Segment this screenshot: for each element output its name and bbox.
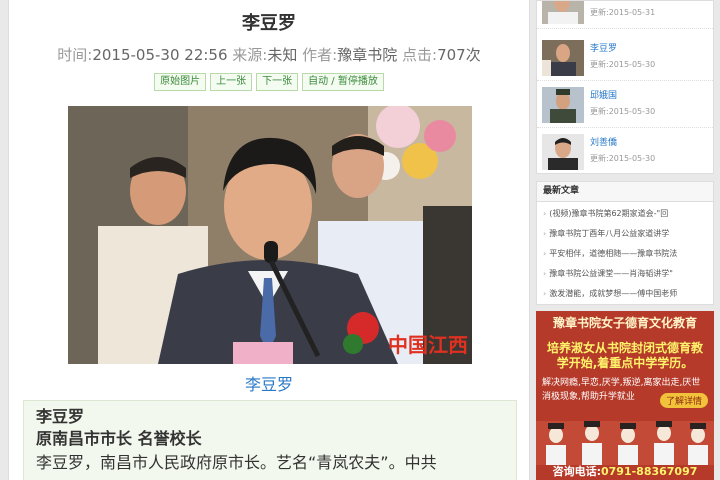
- article-link[interactable]: 豫章书院丁酉年八月公益家道讲学: [549, 229, 669, 238]
- list-item[interactable]: › 平安相伴，道德相随——豫章书院法: [543, 244, 713, 264]
- photo-illustration: [68, 106, 472, 364]
- clicks-value: 707次: [437, 46, 481, 64]
- list-item[interactable]: 邱娥国 更新:2015-05-30: [537, 82, 713, 128]
- update-date: 更新:2015-05-31: [590, 8, 656, 17]
- thumbnail-image: [542, 87, 584, 123]
- article-link[interactable]: 平安相伴，道德相随——豫章书院法: [549, 249, 677, 258]
- learn-more-button[interactable]: 了解详情: [659, 393, 708, 408]
- time-value: 2015-05-30 22:56: [92, 46, 228, 64]
- author-value: 豫章书院: [337, 46, 398, 64]
- time-label: 时间:: [57, 46, 93, 64]
- person-name-link[interactable]: 刘善僑: [590, 135, 617, 148]
- previous-button[interactable]: 上一张: [210, 73, 253, 91]
- person-name-link[interactable]: 胡青: [590, 1, 608, 2]
- update-date: 更新:2015-05-30: [590, 154, 656, 163]
- latest-articles-heading: 最新文章: [537, 182, 713, 202]
- students-illustration: [536, 421, 714, 465]
- update-date: 更新:2015-05-30: [590, 60, 656, 69]
- list-item[interactable]: 刘善僑 更新:2015-05-30: [537, 129, 713, 173]
- thumbnail-image: [542, 1, 584, 24]
- list-item[interactable]: › (视频)豫章书院第62期家道会-"回: [543, 204, 713, 224]
- person-name: 李豆罗: [36, 407, 85, 426]
- person-thumbnail[interactable]: [542, 40, 584, 76]
- thumbnail-image: [542, 40, 584, 76]
- bullet-icon: ›: [543, 269, 547, 278]
- sidebar: 胡青 更新:2015-05-31 李豆罗 更新:2015-05-30 邱娥国 更…: [536, 0, 714, 480]
- article-panel: 李豆罗 时间:2015-05-30 22:56 来源:未知 作者:豫章书院 点击…: [8, 0, 530, 480]
- person-thumbnail[interactable]: [542, 87, 584, 123]
- gallery-controls: 原始图片 上一张 下一张 自动 / 暂停播放: [9, 73, 529, 91]
- latest-articles-list: › (视频)豫章书院第62期家道会-"回 › 豫章书院丁酉年八月公益家道讲学 › 平安…: [537, 202, 713, 304]
- bullet-icon: ›: [543, 229, 547, 238]
- photo-caption: 李豆罗: [244, 375, 293, 394]
- thumbnail-image: [542, 134, 584, 170]
- phone-label: 咨询电话:: [552, 465, 601, 478]
- person-name-link[interactable]: 李豆罗: [590, 41, 617, 54]
- list-item[interactable]: › 豫章书院丁酉年八月公益家道讲学: [543, 224, 713, 244]
- original-image-button[interactable]: 原始图片: [154, 73, 207, 91]
- author-label: 作者:: [302, 46, 338, 64]
- autoplay-toggle-button[interactable]: 自动 / 暂停播放: [302, 73, 384, 91]
- photo-watermark: 中国江西: [388, 333, 468, 357]
- person-role: 原南昌市市长 名誉校长: [36, 429, 202, 448]
- update-date: 更新:2015-05-30: [590, 107, 656, 116]
- person-thumbnail[interactable]: [542, 1, 584, 24]
- article-link[interactable]: 豫章书院公益课堂——肖海韬讲学": [549, 269, 673, 278]
- bullet-icon: ›: [543, 289, 547, 298]
- ad-phone: 咨询电话:0791-88367097: [536, 463, 714, 479]
- list-item[interactable]: › 豫章书院公益课堂——肖海韬讲学": [543, 264, 713, 284]
- article-title: 李豆罗: [242, 13, 296, 34]
- list-item[interactable]: 胡青 更新:2015-05-31: [537, 1, 713, 29]
- person-description: 李豆罗 原南昌市市长 名誉校长 李豆罗，南昌市人民政府原市长。艺名“青岚农夫”。…: [23, 400, 517, 480]
- article-meta: 时间:2015-05-30 22:56 来源:未知 作者:豫章书院 点击:707…: [9, 44, 529, 65]
- bullet-icon: ›: [543, 249, 547, 258]
- list-item[interactable]: 李豆罗 更新:2015-05-30: [537, 35, 713, 81]
- clicks-label: 点击:: [402, 46, 438, 64]
- article-photo[interactable]: 中国江西: [68, 106, 472, 364]
- school-advertisement[interactable]: 豫章书院女子德育文化教育 培养淑女从书院封闭式德育教学开始,着重点中学学历。 解…: [536, 311, 714, 480]
- related-people-box: 胡青 更新:2015-05-31 李豆罗 更新:2015-05-30 邱娥国 更…: [536, 0, 714, 174]
- article-link[interactable]: 激发潜能，成就梦想——傅中国老师: [549, 289, 677, 298]
- phone-number[interactable]: 0791-88367097: [601, 465, 697, 478]
- ad-slogan: 培养淑女从书院封闭式德育教学开始,着重点中学学历。: [546, 341, 703, 370]
- latest-articles-box: 最新文章 › (视频)豫章书院第62期家道会-"回 › 豫章书院丁酉年八月公益家道讲…: [536, 181, 714, 305]
- bullet-icon: ›: [543, 209, 547, 218]
- list-item[interactable]: › 激发潜能，成就梦想——傅中国老师: [543, 284, 713, 304]
- person-bio: 李豆罗，南昌市人民政府原市长。艺名“青岚农夫”。中共: [36, 453, 437, 472]
- ad-title: 豫章书院女子德育文化教育: [552, 316, 697, 330]
- next-button[interactable]: 下一张: [256, 73, 299, 91]
- person-name-link[interactable]: 邱娥国: [590, 88, 617, 101]
- person-thumbnail[interactable]: [542, 134, 584, 170]
- source-value: 未知: [267, 46, 298, 64]
- article-link[interactable]: (视频)豫章书院第62期家道会-"回: [549, 209, 668, 218]
- source-label: 来源:: [232, 46, 268, 64]
